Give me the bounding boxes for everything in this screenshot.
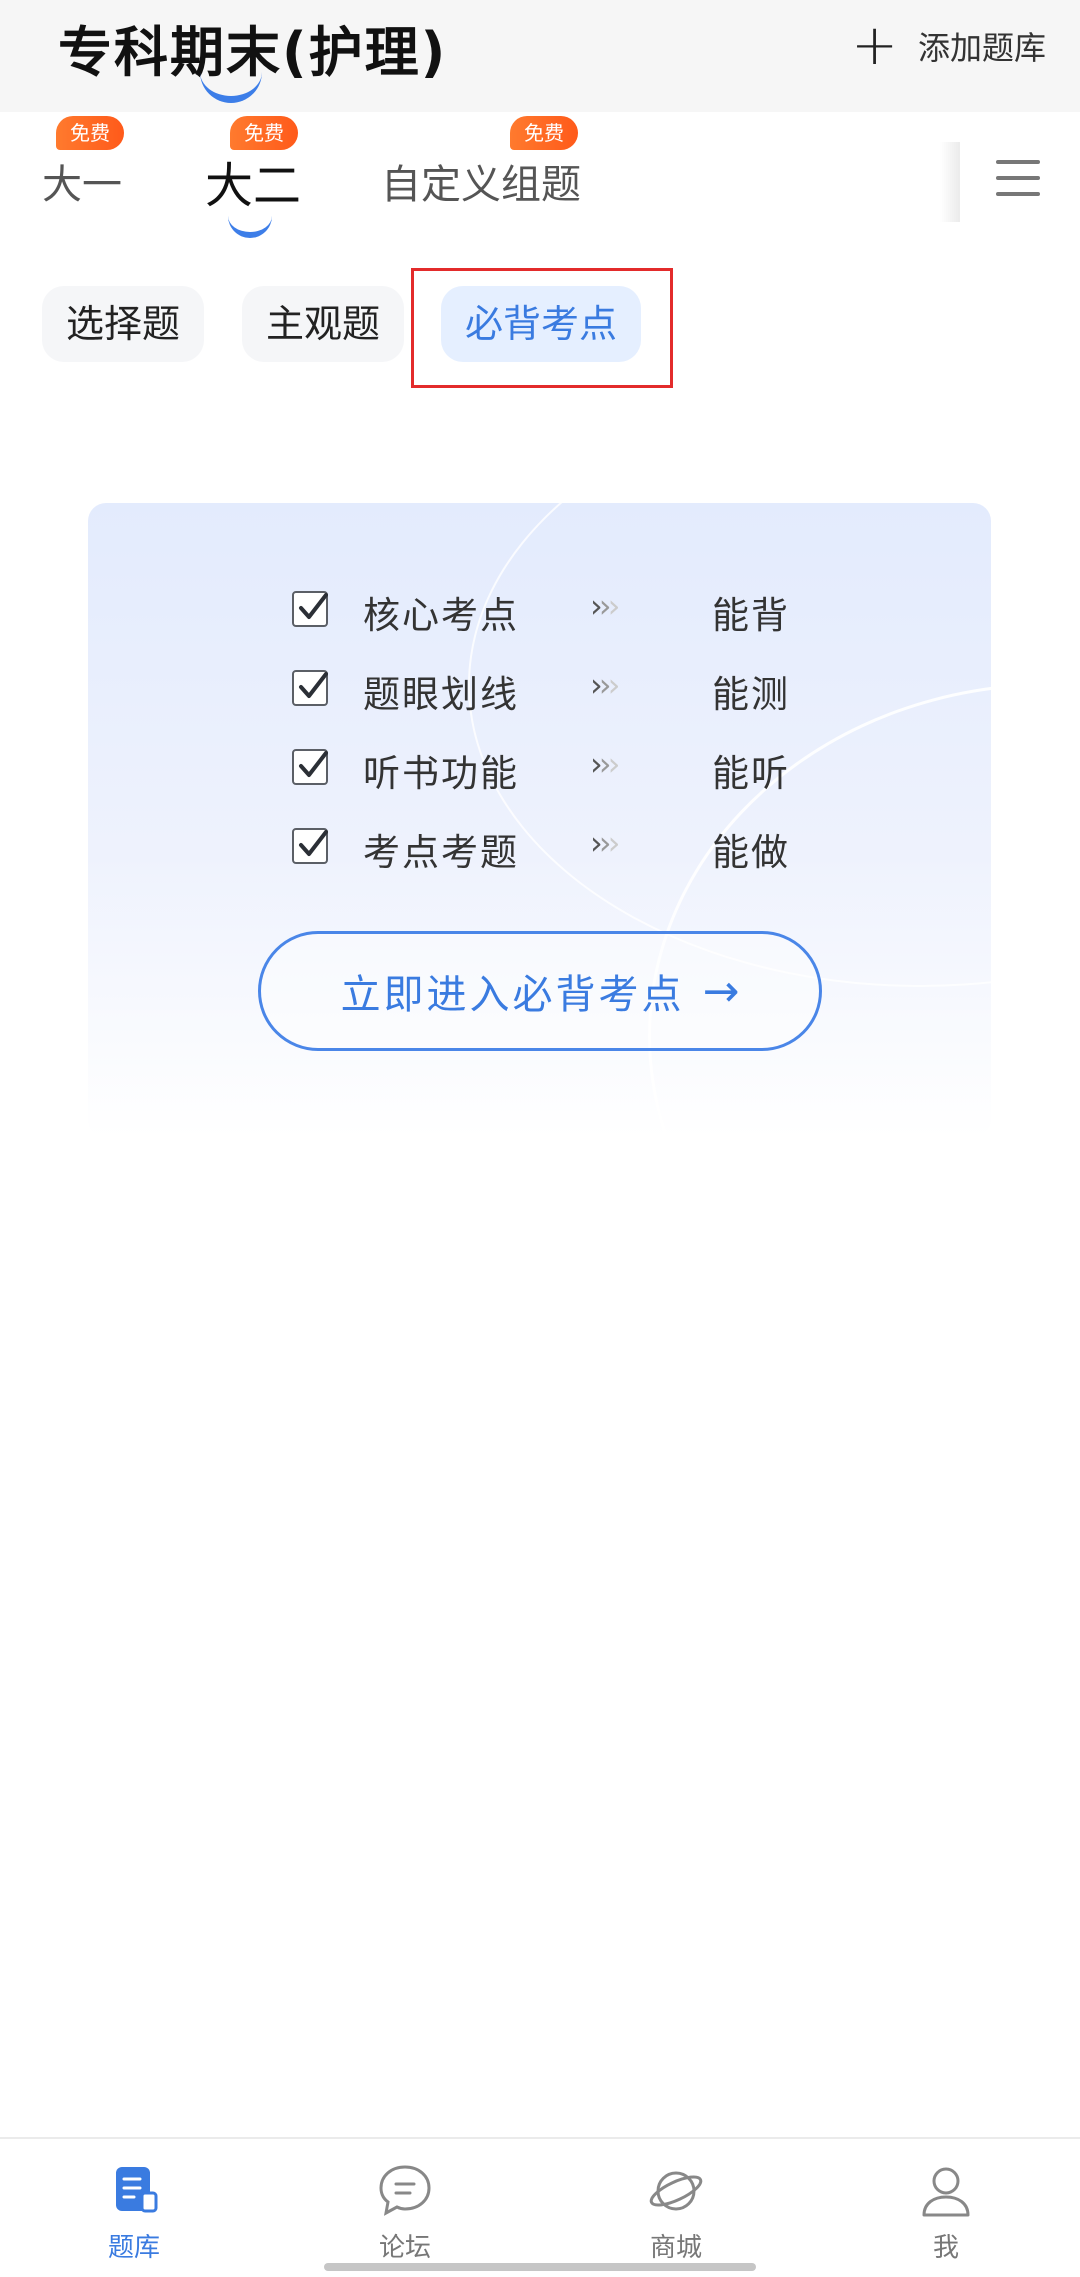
feature-label: 核心考点 <box>363 594 519 637</box>
tab-custom-quiz[interactable]: 自定义组题 <box>381 152 581 210</box>
chevrons-icon: ››› <box>590 745 620 783</box>
checkbox-icon <box>292 591 328 627</box>
question-bank-icon <box>104 2161 164 2221</box>
free-badge: 免费 <box>56 116 124 150</box>
nav-label: 我 <box>932 2233 959 2263</box>
bottom-navigation: 题库 论坛 商城 我 <box>0 2137 1080 2277</box>
tab-label: 大二 <box>205 158 302 214</box>
tab-scroll-fade <box>940 142 960 222</box>
person-icon <box>916 2161 976 2221</box>
highlight-annotation-box <box>411 268 673 388</box>
chat-bubble-icon <box>375 2161 435 2221</box>
nav-label: 题库 <box>107 2233 160 2263</box>
nav-item-forum[interactable]: 论坛 <box>345 2161 465 2264</box>
arrow-right-icon: → <box>702 965 740 1017</box>
feature-value: 能测 <box>712 673 790 716</box>
tab-label: 自定义组题 <box>381 162 581 208</box>
home-indicator-bar[interactable] <box>324 2263 756 2271</box>
nav-item-mall[interactable]: 商城 <box>616 2161 736 2264</box>
feature-value: 能做 <box>712 831 790 874</box>
feature-value: 能听 <box>712 752 790 795</box>
add-question-bank-label: 添加题库 <box>917 29 1046 67</box>
top-header: 专科期末(护理) + 添加题库 <box>0 0 1080 112</box>
feature-label: 题眼划线 <box>363 673 519 716</box>
feature-label: 考点考题 <box>363 831 519 874</box>
nav-item-question-bank[interactable]: 题库 <box>74 2161 194 2264</box>
chevrons-icon: ››› <box>590 587 620 625</box>
feature-row: 核心考点 ››› 能背 <box>88 583 991 639</box>
enter-key-points-button[interactable]: 立即进入必背考点 → <box>258 931 822 1051</box>
plus-icon: + <box>851 13 898 78</box>
year-tabs: 大一 免费 大二 免费 自定义组题 免费 <box>0 112 1080 252</box>
feature-value: 能背 <box>712 594 790 637</box>
free-badge: 免费 <box>230 116 298 150</box>
nav-label: 论坛 <box>378 2233 431 2263</box>
chevrons-icon: ››› <box>590 824 620 862</box>
subtab-subjective[interactable]: 主观题 <box>242 286 405 362</box>
chevrons-icon: ››› <box>590 666 620 704</box>
hamburger-menu-icon[interactable] <box>996 158 1040 198</box>
tab-label: 大一 <box>42 162 122 208</box>
checkbox-icon <box>292 749 328 785</box>
feature-row: 题眼划线 ››› 能测 <box>88 662 991 718</box>
title-dropdown-indicator <box>200 70 262 103</box>
key-points-promo-card: 核心考点 ››› 能背 题眼划线 ››› 能测 听书功能 ››› 能听 考点考题… <box>88 503 991 1138</box>
active-tab-indicator <box>228 214 272 238</box>
nav-item-me[interactable]: 我 <box>886 2161 1006 2264</box>
tab-year-one[interactable]: 大一 <box>42 152 122 210</box>
cta-label: 立即进入必背考点 <box>340 972 685 1018</box>
subtab-multiple-choice[interactable]: 选择题 <box>42 286 205 362</box>
feature-row: 考点考题 ››› 能做 <box>88 820 991 876</box>
nav-label: 商城 <box>649 2233 702 2263</box>
feature-row: 听书功能 ››› 能听 <box>88 741 991 797</box>
add-question-bank-button[interactable]: + 添加题库 <box>851 18 1046 74</box>
tab-year-two[interactable]: 大二 <box>205 146 301 216</box>
checkbox-icon <box>292 828 328 864</box>
checkbox-icon <box>292 670 328 706</box>
planet-icon <box>646 2161 706 2221</box>
free-badge: 免费 <box>510 116 578 150</box>
feature-label: 听书功能 <box>363 752 519 795</box>
